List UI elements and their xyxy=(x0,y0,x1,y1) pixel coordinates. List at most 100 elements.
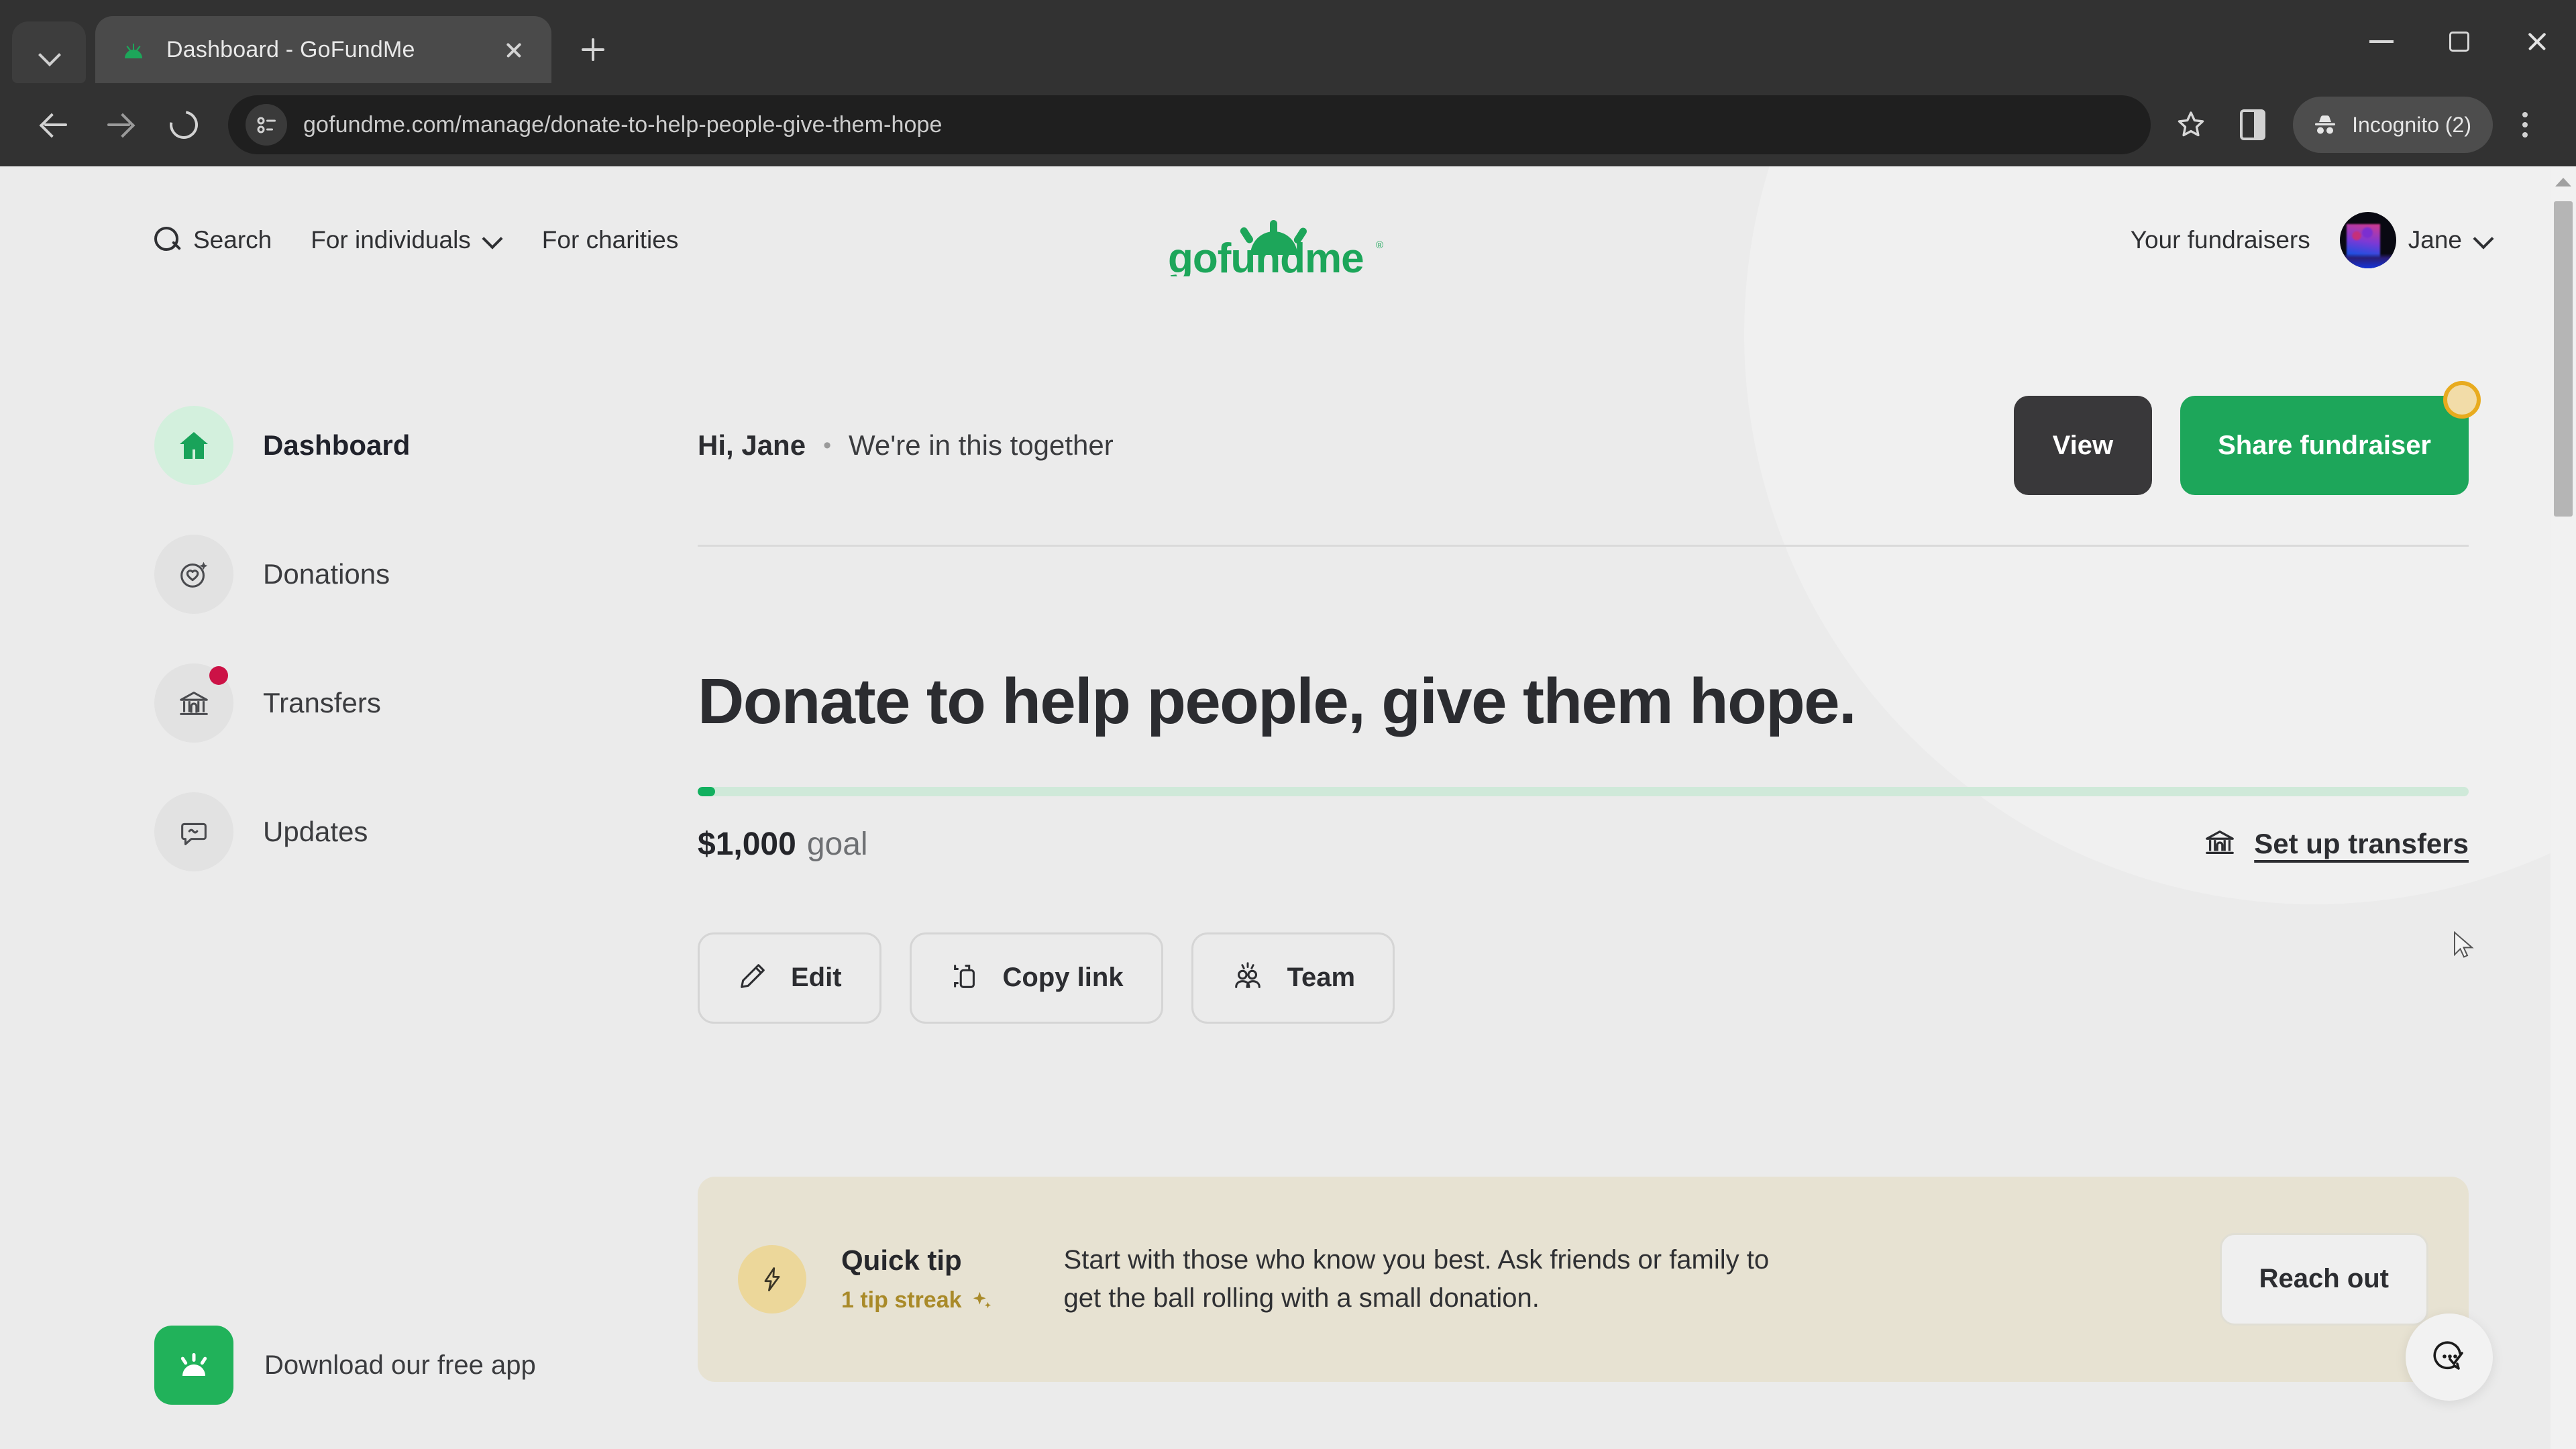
scrollbar-thumb[interactable] xyxy=(2554,201,2573,517)
browser-window: Dashboard - GoFundMe gofundme.com/manage… xyxy=(0,0,2576,1449)
site-header: Search For individuals For charities gof… xyxy=(0,166,2551,314)
edit-label: Edit xyxy=(791,963,842,993)
scrollbar-up-button[interactable] xyxy=(2551,170,2576,193)
set-up-transfers-label: Set up transfers xyxy=(2254,828,2469,860)
team-button[interactable]: Team xyxy=(1191,932,1395,1024)
sidebar-item-label: Dashboard xyxy=(263,429,411,461)
main-content: Hi, Jane • We're in this together View S… xyxy=(698,314,2551,1405)
chat-support-icon xyxy=(2433,1341,2463,1370)
minimize-icon xyxy=(2369,40,2394,43)
greeting-subtitle: We're in this together xyxy=(848,429,1114,461)
window-close-button[interactable] xyxy=(2498,0,2576,83)
avatar xyxy=(2339,212,2396,268)
chevron-up-icon xyxy=(2555,177,2571,186)
gofundme-app-icon xyxy=(154,1326,233,1405)
greeting-separator: • xyxy=(823,432,831,458)
minimize-button[interactable] xyxy=(2343,0,2420,83)
your-fundraisers-link[interactable]: Your fundraisers xyxy=(2131,226,2310,254)
reload-icon xyxy=(164,105,204,145)
maximize-button[interactable] xyxy=(2420,0,2498,83)
maximize-icon xyxy=(2449,32,2469,52)
page-viewport: Search For individuals For charities gof… xyxy=(0,166,2576,1449)
nav-for-charities[interactable]: For charities xyxy=(542,226,679,254)
copy-icon xyxy=(949,961,980,995)
plus-icon xyxy=(582,38,604,61)
address-bar[interactable]: gofundme.com/manage/donate-to-help-peopl… xyxy=(228,95,2151,154)
chat-support-button[interactable] xyxy=(2406,1313,2493,1401)
sidebar-item-donations[interactable]: Donations xyxy=(154,510,698,639)
quick-tip-meta: Quick tip 1 tip streak xyxy=(841,1244,993,1313)
account-name: Jane xyxy=(2408,226,2462,254)
download-app-link[interactable]: Download our free app xyxy=(154,1326,698,1405)
url-text: gofundme.com/manage/donate-to-help-peopl… xyxy=(303,111,943,138)
quick-tip-streak-label: 1 tip streak xyxy=(841,1287,962,1313)
back-button[interactable] xyxy=(23,93,87,157)
star-icon xyxy=(2178,111,2204,137)
search-icon xyxy=(154,227,181,254)
message-bubble-icon xyxy=(154,792,233,871)
sidebar-item-dashboard[interactable]: Dashboard xyxy=(154,381,698,510)
bank-icon xyxy=(154,663,233,743)
goal-amount: $1,000 xyxy=(698,826,796,862)
nav-for-individuals-label: For individuals xyxy=(311,226,471,254)
goal-label: goal xyxy=(806,826,868,862)
kebab-menu-icon xyxy=(2522,112,2528,117)
browser-menu-button[interactable] xyxy=(2497,94,2553,156)
sidebar-item-updates[interactable]: Updates xyxy=(154,767,698,896)
incognito-label: Incognito (2) xyxy=(2352,112,2471,137)
share-fundraiser-label: Share fundraiser xyxy=(2218,430,2431,460)
incognito-icon xyxy=(2315,115,2336,134)
close-icon xyxy=(2526,30,2548,53)
chevron-down-icon xyxy=(2474,230,2494,250)
quick-tip-card: Quick tip 1 tip streak Start with those … xyxy=(698,1176,2469,1382)
site-nav: Search For individuals For charities xyxy=(154,226,678,254)
pencil-icon xyxy=(737,961,768,995)
site-settings-icon[interactable] xyxy=(246,104,287,146)
gofundme-page: Search For individuals For charities gof… xyxy=(0,166,2551,1449)
sidebar-item-transfers[interactable]: Transfers xyxy=(154,639,698,767)
progress-bar-fill xyxy=(698,786,716,796)
account-menu[interactable]: Jane xyxy=(2339,212,2494,268)
tab-title: Dashboard - GoFundMe xyxy=(166,36,415,62)
greeting-row: Hi, Jane • We're in this together View S… xyxy=(698,380,2481,511)
share-fundraiser-button[interactable]: Share fundraiser xyxy=(2180,381,2481,495)
back-arrow-icon xyxy=(40,110,70,140)
browser-tab[interactable]: Dashboard - GoFundMe xyxy=(95,16,551,83)
close-icon xyxy=(504,40,523,59)
reload-button[interactable] xyxy=(152,93,216,157)
edit-button[interactable]: Edit xyxy=(698,932,881,1024)
notification-dot-icon xyxy=(2443,381,2481,419)
side-panel-button[interactable] xyxy=(2222,94,2284,156)
chevron-down-icon xyxy=(38,41,60,64)
your-fundraisers-label: Your fundraisers xyxy=(2130,226,2310,254)
side-panel-icon xyxy=(2240,109,2266,140)
gofundme-favicon-icon xyxy=(118,34,149,65)
tab-search-button[interactable] xyxy=(12,21,86,83)
nav-for-charities-label: For charities xyxy=(541,226,679,254)
page-body: Dashboard Donations Transfers Updates Do… xyxy=(0,314,2551,1405)
donations-heart-target-icon xyxy=(154,535,233,614)
window-controls xyxy=(2343,0,2576,83)
greeting: Hi, Jane • We're in this together xyxy=(698,429,1114,462)
divider xyxy=(698,545,2469,547)
sidebar-item-label: Donations xyxy=(263,558,390,590)
new-tab-button[interactable] xyxy=(568,24,619,75)
site-nav-right: Your fundraisers Jane xyxy=(2131,212,2494,268)
lightning-bolt-icon xyxy=(738,1244,806,1313)
copy-link-label: Copy link xyxy=(1002,963,1124,993)
copy-link-button[interactable]: Copy link xyxy=(909,932,1163,1024)
gofundme-logo[interactable]: gofundme ® xyxy=(1163,219,1388,282)
view-button[interactable]: View xyxy=(2013,396,2153,495)
page-scrollbar[interactable] xyxy=(2551,166,2576,1449)
svg-text:®: ® xyxy=(1376,239,1383,251)
nav-for-individuals[interactable]: For individuals xyxy=(311,226,503,254)
team-people-icon xyxy=(1231,959,1265,996)
forward-button[interactable] xyxy=(87,93,152,157)
reach-out-button[interactable]: Reach out xyxy=(2219,1232,2428,1326)
tab-close-button[interactable] xyxy=(494,30,534,70)
incognito-profile-button[interactable]: Incognito (2) xyxy=(2293,97,2493,153)
sparkle-icon xyxy=(973,1291,991,1308)
nav-search[interactable]: Search xyxy=(154,226,272,254)
set-up-transfers-link[interactable]: Set up transfers xyxy=(2203,826,2469,863)
bookmark-button[interactable] xyxy=(2160,94,2222,156)
